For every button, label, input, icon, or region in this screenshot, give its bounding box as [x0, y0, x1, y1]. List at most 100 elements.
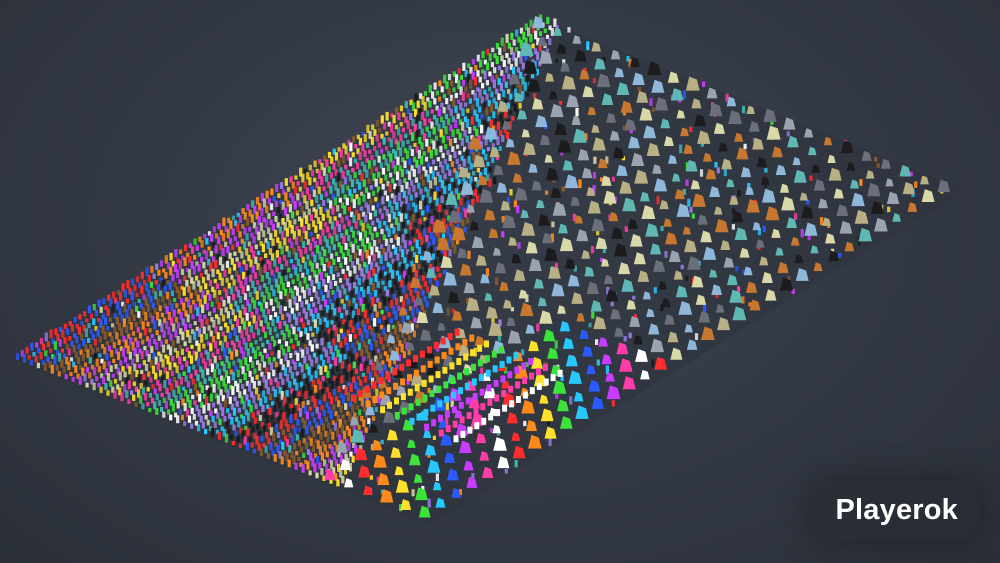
grid-item [202, 343, 206, 349]
grid-item [266, 241, 270, 249]
grid-item [914, 181, 918, 188]
grid-item [419, 188, 423, 195]
grid-item [176, 322, 181, 329]
grid-item [175, 365, 179, 374]
grid-item [218, 290, 222, 295]
grid-item [264, 302, 269, 309]
grid-item [372, 350, 376, 356]
grid-item [308, 177, 312, 186]
grid-item [496, 136, 500, 145]
grid-item [132, 314, 136, 321]
grid-item [257, 315, 261, 321]
grid-item [212, 402, 216, 408]
grid-item [387, 312, 391, 318]
grid-item [217, 431, 222, 440]
grid-item [501, 135, 505, 142]
grid-item [288, 381, 292, 388]
grid-item [154, 291, 158, 300]
grid-item [401, 140, 405, 148]
grid-item [249, 325, 254, 333]
grid-item [302, 452, 306, 458]
grid-item [521, 349, 525, 356]
grid-item [328, 309, 332, 319]
grid-item [243, 389, 247, 395]
grid-item [377, 239, 381, 244]
grid-item [407, 282, 411, 290]
grid-item [406, 298, 410, 305]
grid-item [340, 217, 344, 224]
grid-item [353, 334, 357, 339]
grid-item [384, 333, 388, 341]
grid-item [113, 390, 117, 399]
grid-item [786, 131, 790, 137]
grid-item [168, 362, 172, 371]
grid-item [286, 373, 290, 382]
grid-item [102, 376, 106, 384]
grid-item [651, 107, 655, 112]
grid-item [343, 176, 347, 185]
grid-item [396, 171, 400, 181]
grid-item [389, 251, 393, 258]
grid-item [422, 151, 426, 156]
grid-item [330, 235, 334, 245]
grid-item [189, 388, 193, 394]
grid-item [106, 326, 110, 331]
grid-item [164, 400, 168, 409]
grid-item [402, 285, 406, 294]
grid-item [464, 368, 470, 376]
grid-item [248, 291, 252, 297]
grid-item [140, 285, 144, 294]
grid-item [394, 326, 398, 335]
grid-item [469, 79, 473, 89]
grid-item [403, 257, 407, 264]
grid-item [387, 401, 392, 409]
grid-item [230, 351, 234, 360]
grid-item [70, 324, 74, 332]
grid-item [323, 444, 327, 452]
grid-item [278, 305, 283, 314]
grid-item [201, 304, 205, 314]
grid-item [190, 246, 195, 254]
grid-item [367, 352, 371, 360]
grid-item [265, 190, 269, 199]
grid-item [404, 213, 408, 219]
grid-item [271, 238, 275, 246]
grid-item [162, 411, 166, 418]
grid-item [27, 355, 31, 360]
grid-item [160, 392, 164, 398]
grid-item [421, 379, 427, 387]
grid-item [208, 311, 212, 316]
grid-item [448, 169, 452, 176]
grid-item [335, 234, 339, 242]
grid-item [236, 435, 240, 443]
grid-item [590, 246, 595, 254]
grid-item [431, 91, 435, 99]
grid-item [271, 306, 276, 312]
grid-item [415, 255, 419, 264]
grid-item [488, 178, 492, 187]
grid-item [463, 226, 467, 233]
grid-item [334, 251, 339, 257]
grid-item [543, 378, 549, 386]
grid-item [370, 136, 374, 145]
grid-item [249, 423, 253, 428]
grid-item [448, 154, 452, 161]
grid-item [35, 342, 39, 348]
grid-item [207, 403, 211, 411]
grid-item [206, 368, 210, 376]
grid-item [483, 167, 487, 176]
grid-item [430, 109, 434, 114]
grid-item [44, 350, 48, 357]
grid-item [94, 309, 98, 317]
grid-item [348, 334, 352, 342]
grid-item [354, 238, 358, 244]
grid-item [484, 340, 489, 348]
grid-item [489, 428, 493, 433]
grid-item [360, 333, 364, 342]
grid-item [246, 428, 250, 436]
grid-item [151, 365, 156, 374]
grid-item [448, 233, 453, 242]
grid-item [158, 383, 162, 392]
grid-item [267, 308, 271, 315]
grid-item [381, 183, 385, 190]
